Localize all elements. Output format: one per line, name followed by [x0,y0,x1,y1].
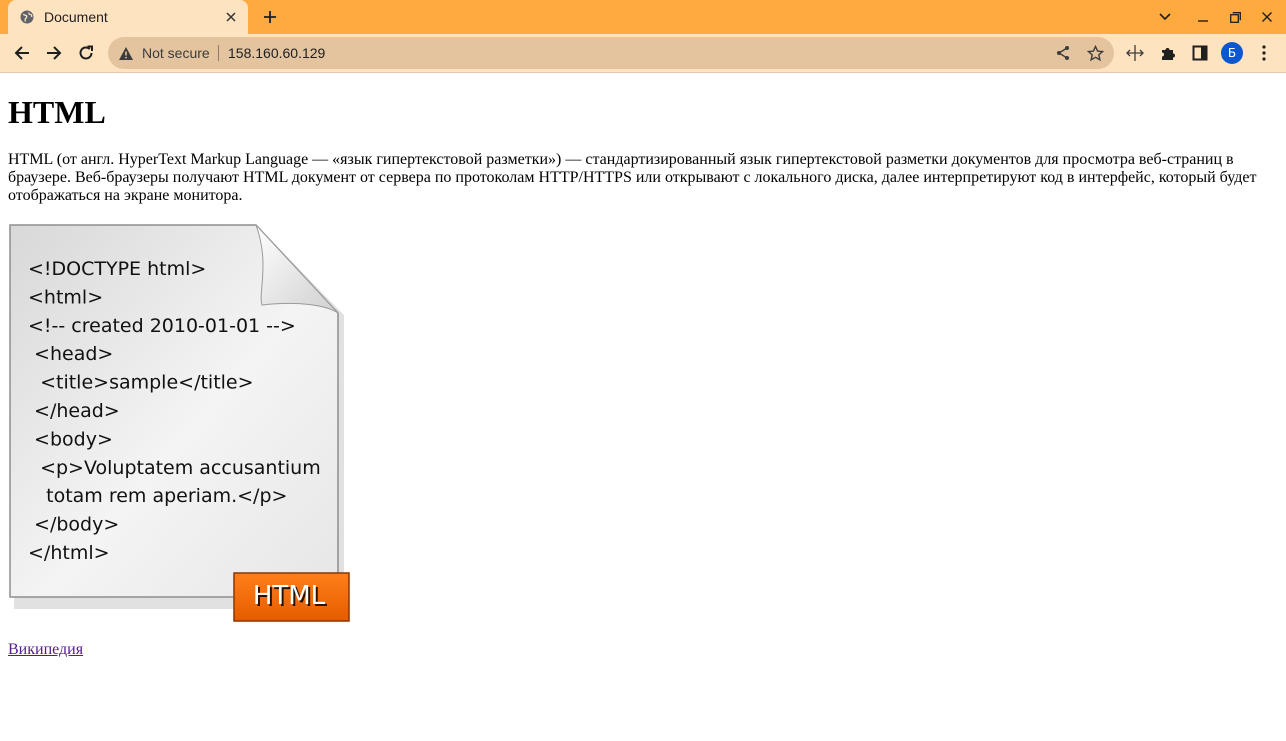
code-line: totam rem aperiam.</p> [28,485,287,507]
globe-icon [20,10,34,24]
minimize-icon[interactable] [1192,6,1214,28]
code-line: </body> [28,514,119,536]
address-bar[interactable]: Not secure 158.160.60.129 [108,37,1114,69]
code-line: <body> [28,428,113,450]
bookmark-star-icon[interactable] [1086,44,1104,62]
html-document-illustration: <!DOCTYPE html> <html> <!-- created 2010-0… [9,224,350,622]
tab-title: Document [44,9,108,25]
html-badge-text: HTML [253,581,326,611]
back-arrow-icon[interactable] [10,41,34,65]
url-text[interactable]: 158.160.60.129 [228,45,325,61]
code-line: <p>Voluptatem accusantium [28,457,321,479]
move-cursor-icon[interactable] [1125,43,1145,63]
side-panel-icon[interactable] [1190,43,1210,63]
active-tab[interactable]: Document [8,0,248,34]
code-line: </html> [28,542,110,564]
new-tab-plus-icon[interactable] [258,5,282,29]
restore-icon[interactable] [1224,6,1246,28]
share-icon[interactable] [1054,44,1072,62]
code-line: <html> [28,286,103,308]
code-line: <title>sample</title> [28,372,254,394]
tab-search-chevron-icon[interactable] [1154,6,1176,28]
tab-strip: Document [0,0,1286,34]
browser-toolbar: Not secure 158.160.60.129 Б [0,34,1286,73]
menu-kebab-icon[interactable] [1254,43,1274,63]
code-line: </head> [28,400,120,422]
forward-arrow-icon[interactable] [42,41,66,65]
close-tab-icon[interactable] [222,8,240,26]
code-line: <head> [28,343,113,365]
page-content: HTML HTML (от англ. HyperText Markup Lan… [8,73,1278,659]
omnibox-divider [218,45,219,61]
security-status-label[interactable]: Not secure [142,45,210,61]
code-line: <!DOCTYPE html> [28,258,206,280]
warning-triangle-icon[interactable] [118,46,134,61]
reload-icon[interactable] [74,41,98,65]
close-window-icon[interactable] [1256,6,1278,28]
page-curl [255,224,339,314]
intro-paragraph: HTML (от англ. HyperText Markup Language… [8,151,1257,204]
page-heading: HTML [8,94,106,130]
profile-avatar[interactable]: Б [1221,42,1243,64]
extensions-puzzle-icon[interactable] [1158,43,1178,63]
wikipedia-link[interactable]: Википедия [8,641,83,659]
code-line: <!-- created 2010-01-01 --> [28,315,296,337]
